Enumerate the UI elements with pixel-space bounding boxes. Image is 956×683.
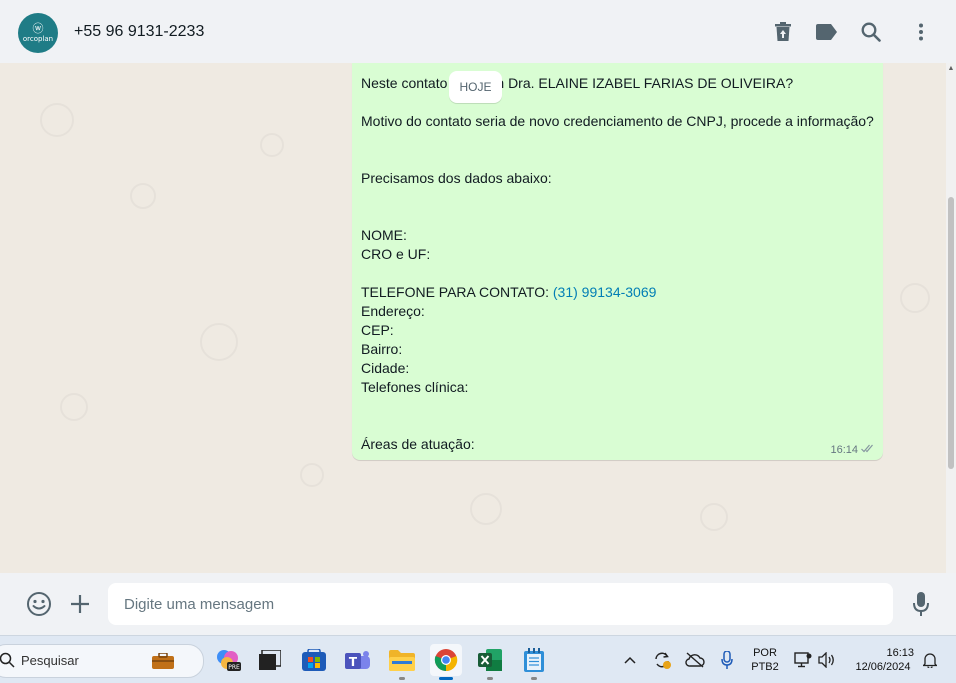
message-line: Endereço: [361, 303, 425, 319]
wallpaper-doodle [470, 493, 502, 525]
date-separator: HOJE [449, 71, 502, 103]
wallpaper-doodle [900, 283, 930, 313]
copilot-icon[interactable]: PRE [212, 644, 244, 676]
taskbar-search-box[interactable]: Pesquisar [0, 644, 204, 678]
message-line: NOME: [361, 227, 407, 243]
chat-header: ⓦ orcoplan +55 96 9131-2233 [0, 0, 956, 64]
wallpaper-doodle [200, 323, 238, 361]
microphone-in-use-icon[interactable] [716, 644, 738, 676]
teams-icon[interactable]: T [342, 644, 374, 676]
cloud-offline-icon[interactable] [683, 644, 707, 676]
label-icon[interactable] [815, 20, 839, 44]
message-line: Precisamos dos dados abaixo: [361, 170, 552, 186]
clock[interactable]: 16:13 12/06/2024 [846, 644, 920, 676]
plus-icon[interactable] [66, 590, 94, 618]
chrome-icon[interactable] [430, 644, 462, 680]
toolbox-icon [152, 652, 174, 669]
message-line: Bairro: [361, 341, 403, 357]
file-explorer-icon[interactable] [386, 644, 418, 680]
excel-icon[interactable] [474, 644, 506, 680]
taskbar-search-label: Pesquisar [21, 653, 79, 668]
search-icon [0, 652, 15, 673]
message-meta: 16:14 [830, 444, 875, 456]
scroll-up-arrow-icon[interactable]: ▲ [946, 65, 956, 72]
message-input[interactable] [124, 583, 874, 625]
chat-scrollbar[interactable]: ▲ [946, 63, 956, 573]
running-indicator [399, 677, 405, 680]
message-input-box[interactable] [108, 583, 893, 625]
message-composer [0, 573, 956, 635]
scrollbar-thumb[interactable] [948, 197, 954, 469]
message-line: Motivo do contato seria de novo credenci… [361, 113, 874, 129]
contact-name[interactable]: +55 96 9131-2233 [74, 23, 204, 41]
volume-icon[interactable] [816, 644, 838, 676]
svg-text:PRE: PRE [228, 664, 240, 671]
show-hidden-icons-chevron-icon[interactable] [620, 644, 640, 676]
clock-time: 16:13 [886, 647, 914, 659]
contact-avatar[interactable]: ⓦ orcoplan [18, 13, 58, 53]
notepad-icon[interactable] [518, 644, 550, 680]
language-code: POR [753, 647, 777, 659]
avatar-logo-text: orcoplan [22, 34, 54, 43]
task-view-icon[interactable] [254, 644, 286, 676]
message-line: Neste contato falo com Dra. ELAINE IZABE… [361, 75, 794, 91]
running-indicator [531, 677, 537, 680]
emoji-icon[interactable] [25, 590, 53, 618]
conversation-panel: Neste contato falo com Dra. ELAINE IZABE… [0, 63, 956, 573]
keyboard-layout: PTB2 [751, 661, 779, 673]
search-icon[interactable] [859, 20, 883, 44]
read-ticks-icon [861, 444, 875, 456]
windows-taskbar: Pesquisar PRE T POR PTB2 16:13 12/06/202… [0, 635, 956, 683]
delete-icon[interactable] [771, 20, 795, 44]
wallpaper-doodle [300, 463, 324, 487]
active-indicator [439, 677, 453, 680]
running-indicator [487, 677, 493, 680]
input-language-indicator[interactable]: POR PTB2 [746, 644, 784, 676]
message-time: 16:14 [830, 444, 858, 456]
message-line: Telefones clínica: [361, 379, 469, 395]
message-line: Cidade: [361, 360, 410, 376]
wallpaper-doodle [40, 103, 74, 137]
menu-icon[interactable] [909, 20, 933, 44]
avatar-logo-mark: ⓦ [32, 22, 44, 35]
wallpaper-doodle [700, 503, 728, 531]
outgoing-message-bubble[interactable]: Neste contato falo com Dra. ELAINE IZABE… [352, 63, 883, 460]
svg-text:T: T [349, 655, 358, 669]
message-line: CRO e UF: [361, 246, 431, 262]
wallpaper-doodle [60, 393, 88, 421]
microsoft-store-icon[interactable] [298, 644, 330, 676]
message-line: CEP: [361, 322, 394, 338]
notification-bell-icon[interactable] [920, 644, 940, 676]
microphone-icon[interactable] [907, 590, 935, 618]
wallpaper-doodle [260, 133, 284, 157]
sync-icon[interactable] [650, 644, 674, 676]
clock-date: 12/06/2024 [855, 661, 911, 673]
phone-link[interactable]: (31) 99134-3069 [553, 284, 657, 300]
wallpaper-doodle [130, 183, 156, 209]
network-icon[interactable] [792, 644, 814, 676]
phone-label: TELEFONE PARA CONTATO: [361, 284, 553, 300]
message-line-phone: TELEFONE PARA CONTATO: (31) 99134-3069 [361, 284, 656, 300]
message-line: Áreas de atuação: [361, 436, 475, 452]
